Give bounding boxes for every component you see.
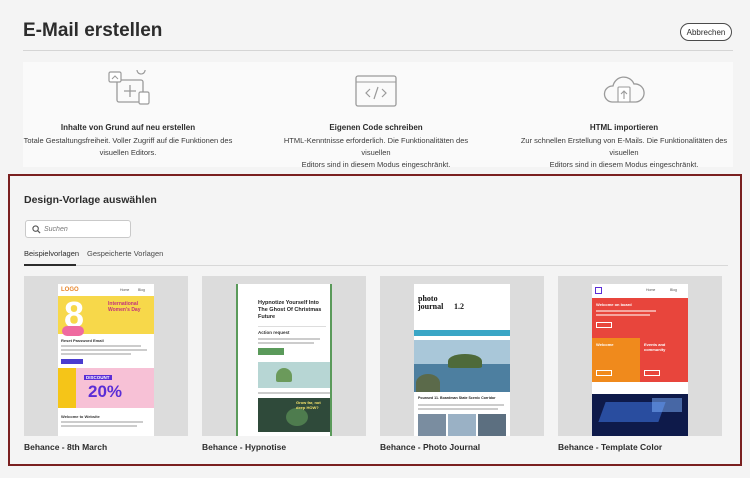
design-from-scratch-icon	[108, 70, 150, 105]
option-import-html[interactable]: HTML importieren Zur schnellen Erstellun…	[519, 62, 729, 169]
template-preview: Hypnotize Yourself Into The Ghost Of Chr…	[236, 284, 332, 436]
option-title: Eigenen Code schreiben	[329, 123, 423, 132]
template-card-template-color[interactable]: Home Blog Welcome on board Welcome Event…	[558, 276, 722, 460]
article-title: Pounsed 11. Boardman State Scenic Corrid…	[418, 396, 496, 400]
template-card-label: Behance - Photo Journal	[380, 442, 481, 452]
nav-link: Blog	[670, 288, 678, 292]
nav-link: Blog	[138, 288, 146, 292]
hero-heading: Welcome on board	[596, 302, 632, 307]
discount-value: 20%	[88, 382, 123, 401]
template-card-8th-march[interactable]: LOGO Home Blog 8 International Women's D…	[24, 276, 188, 460]
nav-link: Home	[120, 288, 130, 292]
template-thumbnail: Hypnotize Yourself Into The Ghost Of Chr…	[202, 276, 366, 436]
option-title: HTML importieren	[589, 123, 659, 132]
template-card-label: Behance - Hypnotise	[202, 442, 287, 452]
template-card-photo-journal[interactable]: photo journal 1.2 Pounsed 11. Boardman S…	[380, 276, 544, 460]
tab-sample-templates[interactable]: Beispielvorlagen	[24, 249, 79, 258]
option-description: Zur schnellen Erstellung von E-Mails. Di…	[519, 135, 729, 171]
nav-link: Home	[646, 288, 656, 292]
section-heading: Reset Password Email	[61, 338, 104, 343]
page-title: E-Mail erstellen	[23, 20, 163, 41]
option-title: Inhalte von Grund auf neu erstellen	[60, 123, 196, 132]
template-selection-panel: Design-Vorlage auswählen Beispielvorlage…	[8, 174, 742, 466]
masthead-line: journal	[418, 302, 444, 311]
panel-title: Design-Vorlage auswählen	[24, 194, 157, 206]
template-search[interactable]	[25, 220, 131, 238]
option-description-line: Zur schnellen Erstellung von E-Mails. Di…	[520, 136, 728, 157]
template-card-hypnotise[interactable]: Hypnotize Yourself Into The Ghost Of Chr…	[202, 276, 366, 460]
option-description-line: visuellen Editors.	[99, 148, 157, 157]
dialog-header: E-Mail erstellen Abbrechen	[0, 0, 750, 52]
header-divider	[23, 50, 733, 51]
option-description-line: Totale Gestaltungsfreiheit. Voller Zugri…	[23, 136, 233, 145]
caption: Grow far, not deep HOW?	[296, 400, 321, 410]
template-preview: LOGO Home Blog 8 International Women's D…	[58, 284, 154, 436]
tabs-divider	[24, 265, 728, 266]
template-thumbnail: photo journal 1.2 Pounsed 11. Boardman S…	[380, 276, 544, 436]
option-description-line: Editors sind in diesem Modus eingeschrän…	[301, 160, 451, 169]
create-email-dialog: E-Mail erstellen Abbrechen Inhalte von G…	[0, 0, 750, 478]
template-preview: photo journal 1.2 Pounsed 11. Boardman S…	[414, 284, 510, 436]
template-card-label: Behance - 8th March	[24, 442, 108, 452]
creation-options: Inhalte von Grund auf neu erstellen Tota…	[23, 62, 733, 169]
block-heading: Welcome	[596, 342, 614, 347]
discount-label: DISCOUNT	[84, 375, 112, 380]
option-write-code[interactable]: Eigenen Code schreiben HTML-Kenntnisse e…	[271, 62, 481, 169]
masthead-version: 1.2	[454, 302, 464, 311]
cancel-button[interactable]: Abbrechen	[680, 23, 732, 41]
footer-heading: Welcome to Website	[61, 414, 100, 419]
search-input[interactable]	[44, 223, 128, 236]
active-tab-indicator	[24, 264, 76, 266]
option-description-line: HTML-Kenntnisse erforderlich. Die Funkti…	[283, 136, 469, 157]
template-thumbnail: LOGO Home Blog 8 International Women's D…	[24, 276, 188, 436]
block-heading: Events and community	[644, 342, 666, 352]
template-thumbnail: Home Blog Welcome on board Welcome Event…	[558, 276, 722, 436]
option-description-line: Editors sind in diesem Modus eingeschrän…	[549, 160, 699, 169]
hero-heading: International Women's Day	[108, 301, 141, 313]
cloud-upload-icon	[603, 76, 645, 103]
hero-heading: Hypnotize Yourself Into The Ghost Of Chr…	[258, 300, 322, 320]
option-description: HTML-Kenntnisse erforderlich. Die Funkti…	[271, 135, 481, 171]
option-design-from-scratch[interactable]: Inhalte von Grund auf neu erstellen Tota…	[23, 62, 233, 167]
tab-saved-templates[interactable]: Gespeicherte Vorlagen	[87, 249, 163, 258]
code-icon	[355, 75, 397, 107]
template-preview: Home Blog Welcome on board Welcome Event…	[592, 284, 688, 436]
option-description: Totale Gestaltungsfreiheit. Voller Zugri…	[23, 135, 233, 159]
template-card-label: Behance - Template Color	[558, 442, 663, 452]
section-heading: Action request	[258, 330, 290, 335]
logo-text: LOGO	[61, 287, 79, 293]
search-icon	[32, 225, 41, 234]
